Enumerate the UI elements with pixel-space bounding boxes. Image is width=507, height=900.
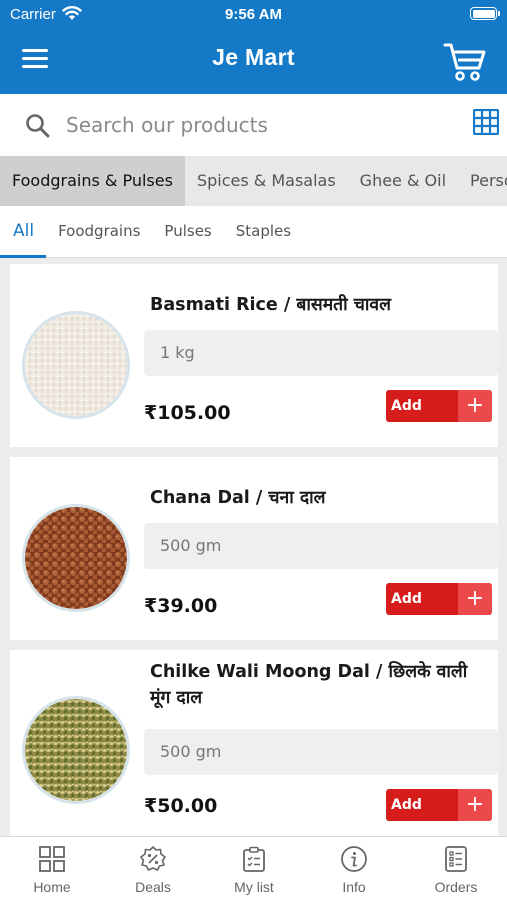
add-to-cart-button[interactable]: Add + bbox=[386, 390, 492, 422]
product-list: Basmati Rice / बासमती चावल 1 kg ₹105.00 … bbox=[0, 258, 507, 836]
product-name: Chilke Wali Moong Dal / छिलके वाली मूंग … bbox=[150, 662, 468, 708]
product-price: ₹39.00 bbox=[144, 595, 218, 617]
add-to-cart-button[interactable]: Add + bbox=[386, 583, 492, 615]
search-bar bbox=[0, 94, 507, 156]
product-weight[interactable]: 500 gm bbox=[144, 523, 498, 569]
product-name: Chana Dal / चना दाल bbox=[150, 488, 326, 508]
nav-home-label: Home bbox=[33, 879, 71, 895]
product-image bbox=[22, 504, 130, 612]
category-tabs: Foodgrains & Pulses Spices & Masalas Ghee … bbox=[0, 156, 507, 206]
nav-deals-label: Deals bbox=[135, 879, 171, 895]
badge-percent-icon bbox=[140, 846, 166, 871]
tab-spices-masalas[interactable]: Spices & Masalas bbox=[185, 156, 348, 206]
sub-category-tabs: All Foodgrains Pulses Staples bbox=[0, 206, 507, 258]
product-weight[interactable]: 1 kg bbox=[144, 330, 498, 376]
product-weight[interactable]: 500 gm bbox=[144, 729, 498, 775]
status-bar: Carrier 9:56 AM bbox=[0, 4, 507, 26]
tab-ghee-oil[interactable]: Ghee & Oil bbox=[348, 156, 458, 206]
plus-icon: + bbox=[458, 390, 492, 422]
plus-icon: + bbox=[458, 583, 492, 615]
product-image bbox=[22, 696, 130, 804]
product-name: Basmati Rice / बासमती चावल bbox=[150, 295, 392, 315]
cart-icon[interactable] bbox=[443, 40, 487, 82]
product-price: ₹105.00 bbox=[144, 402, 231, 424]
plus-icon: + bbox=[458, 789, 492, 821]
tab-personal-care[interactable]: Personal Care bbox=[458, 156, 507, 206]
search-input[interactable] bbox=[66, 108, 436, 142]
subtab-staples[interactable]: Staples bbox=[224, 206, 303, 258]
product-image bbox=[22, 311, 130, 419]
product-card[interactable]: Chana Dal / चना दाल 500 gm ₹39.00 Add + bbox=[10, 457, 498, 640]
grid-view-icon[interactable] bbox=[473, 109, 499, 135]
battery-icon bbox=[470, 7, 500, 20]
nav-orders[interactable]: Orders bbox=[416, 845, 496, 895]
nav-deals[interactable]: Deals bbox=[113, 845, 193, 895]
status-time: 9:56 AM bbox=[225, 6, 282, 23]
nav-info-label: Info bbox=[342, 879, 366, 895]
clipboard-list-icon bbox=[243, 846, 265, 872]
app-title: Je Mart bbox=[212, 44, 295, 70]
nav-orders-label: Orders bbox=[434, 879, 478, 895]
nav-my-list[interactable]: My list bbox=[214, 845, 294, 895]
subtab-all[interactable]: All bbox=[0, 206, 47, 258]
nav-my-list-label: My list bbox=[234, 879, 274, 895]
order-list-icon bbox=[445, 846, 467, 872]
search-icon bbox=[26, 114, 50, 138]
add-button-label: Add bbox=[391, 591, 422, 607]
nav-home[interactable]: Home bbox=[12, 845, 92, 895]
product-price: ₹50.00 bbox=[144, 795, 218, 817]
subtab-foodgrains[interactable]: Foodgrains bbox=[46, 206, 152, 258]
tab-foodgrains-pulses[interactable]: Foodgrains & Pulses bbox=[0, 156, 185, 206]
add-button-label: Add bbox=[391, 398, 422, 414]
grid-icon bbox=[39, 846, 65, 872]
info-icon bbox=[341, 846, 367, 872]
product-card[interactable]: Chilke Wali Moong Dal / छिलके वाली मूंग … bbox=[10, 650, 498, 836]
subtab-pulses[interactable]: Pulses bbox=[152, 206, 223, 258]
add-to-cart-button[interactable]: Add + bbox=[386, 789, 492, 821]
add-button-label: Add bbox=[391, 797, 422, 813]
bottom-nav: Home Deals My list Info Orders bbox=[0, 836, 507, 900]
nav-info[interactable]: Info bbox=[314, 845, 394, 895]
product-card[interactable]: Basmati Rice / बासमती चावल 1 kg ₹105.00 … bbox=[10, 264, 498, 447]
app-header: Carrier 9:56 AM Je Mart bbox=[0, 0, 507, 94]
